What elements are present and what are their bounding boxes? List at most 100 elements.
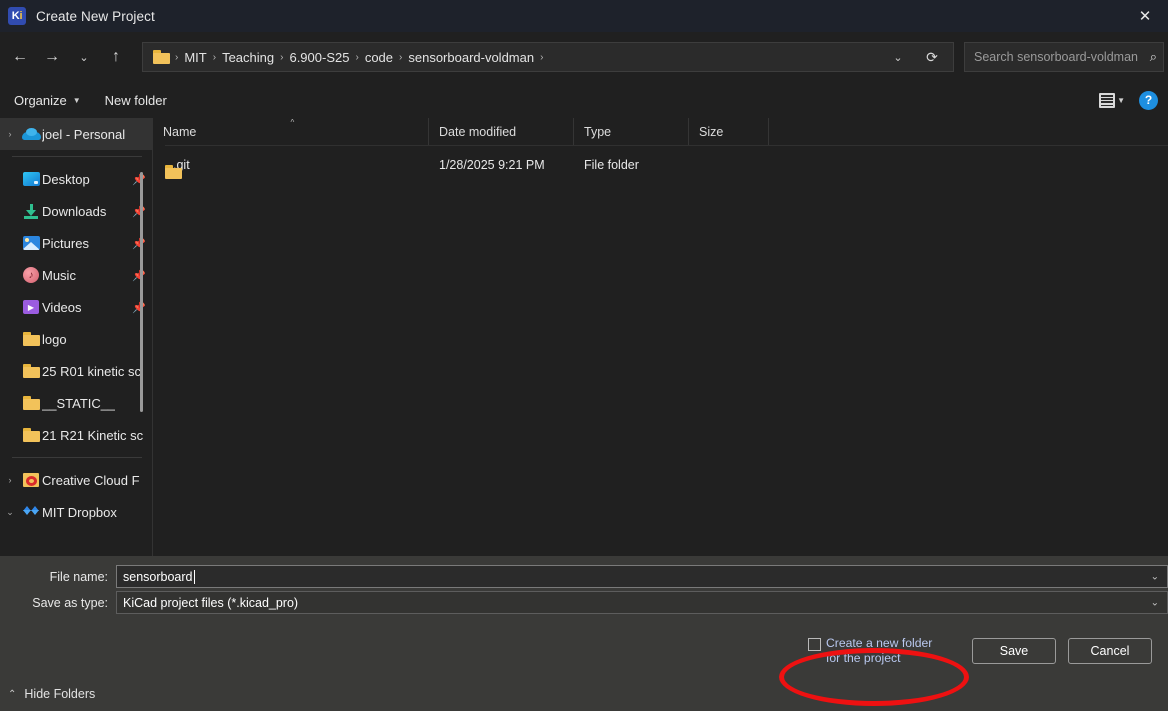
create-new-folder-label[interactable]: Create a new folder for the project bbox=[826, 636, 948, 666]
sidebar-item-label: Videos bbox=[42, 300, 82, 315]
kicad-logo-icon: Ki bbox=[8, 7, 26, 25]
column-header-name[interactable]: ^ Name bbox=[153, 118, 429, 146]
sidebar-item-label: 21 R21 Kinetic sc bbox=[42, 428, 143, 443]
chevron-down-icon[interactable]: ⌄ bbox=[1151, 571, 1159, 582]
command-toolbar: Organize ▼ New folder ▼ ? bbox=[0, 82, 1168, 118]
chevron-down-icon: ▼ bbox=[73, 96, 81, 105]
breadcrumb-item-2[interactable]: 6.900-S25 bbox=[284, 47, 354, 68]
column-header-size[interactable]: Size bbox=[689, 118, 769, 146]
view-mode-icon[interactable] bbox=[1099, 93, 1115, 108]
file-name-cell: .git bbox=[153, 158, 429, 172]
sidebar-item-videos[interactable]: ▶ Videos 📌 bbox=[0, 291, 152, 323]
sidebar-item-creative-cloud-files[interactable]: › Creative Cloud F bbox=[0, 464, 152, 496]
sidebar-divider bbox=[12, 457, 142, 458]
pictures-icon bbox=[20, 236, 42, 250]
chevron-down-icon[interactable]: ▼ bbox=[1117, 96, 1125, 105]
breadcrumb-item-4[interactable]: sensorboard-voldman bbox=[403, 47, 539, 68]
chevron-down-icon[interactable]: ⌄ bbox=[0, 507, 20, 518]
sort-ascending-icon: ^ bbox=[291, 118, 295, 127]
search-placeholder: Search sensorboard-voldman bbox=[974, 50, 1150, 64]
save-as-type-select[interactable]: KiCad project files (*.kicad_pro) ⌄ bbox=[116, 591, 1168, 614]
sidebar-item-label: __STATIC__ bbox=[42, 396, 115, 411]
refresh-icon[interactable]: ⟳ bbox=[915, 42, 949, 72]
breadcrumb-item-0[interactable]: MIT bbox=[179, 47, 211, 68]
sidebar-scrollbar[interactable] bbox=[140, 172, 143, 412]
save-form-panel: File name: sensorboard ⌄ Save as type: K… bbox=[0, 556, 1168, 711]
forward-icon[interactable]: → bbox=[36, 41, 68, 73]
hide-folders-button[interactable]: ⌃ Hide Folders bbox=[8, 687, 95, 701]
new-folder-label: New folder bbox=[105, 93, 167, 108]
file-list-pane: ^ Name Date modified Type Size .git 1/28… bbox=[153, 118, 1168, 556]
sidebar-item-logo[interactable]: logo bbox=[0, 323, 152, 355]
sidebar-item-label: joel - Personal bbox=[42, 127, 125, 142]
window-title: Create New Project bbox=[36, 9, 155, 24]
dialog-actions: Create a new folder for the project Save… bbox=[0, 629, 1168, 673]
file-name-input[interactable]: sensorboard ⌄ bbox=[116, 565, 1168, 588]
navigation-sidebar: › joel - Personal Desktop 📌 Downloads 📌 … bbox=[0, 118, 152, 556]
onedrive-cloud-icon bbox=[20, 128, 42, 140]
sidebar-item-label: logo bbox=[42, 332, 67, 347]
back-icon[interactable]: ← bbox=[4, 41, 36, 73]
column-label: Size bbox=[699, 125, 723, 139]
search-icon: ⌕ bbox=[1150, 49, 1157, 65]
file-name-label: File name: bbox=[0, 570, 116, 584]
sidebar-divider bbox=[12, 156, 142, 157]
up-icon[interactable]: ↑ bbox=[100, 41, 132, 73]
sidebar-item-21-r21-kinetic[interactable]: 21 R21 Kinetic sc bbox=[0, 419, 152, 451]
chevron-right-icon[interactable]: › bbox=[0, 475, 20, 485]
sidebar-item-desktop[interactable]: Desktop 📌 bbox=[0, 163, 152, 195]
create-new-folder-checkbox[interactable] bbox=[808, 638, 821, 651]
recent-locations-icon[interactable]: ⌄ bbox=[68, 41, 100, 73]
chevron-down-icon[interactable]: ⌄ bbox=[1151, 597, 1159, 608]
sidebar-item-label: Downloads bbox=[42, 204, 106, 219]
file-name-value: sensorboard bbox=[123, 570, 193, 584]
cancel-button[interactable]: Cancel bbox=[1068, 638, 1152, 664]
sidebar-item-25-r01-kinetic[interactable]: 25 R01 kinetic sc bbox=[0, 355, 152, 387]
column-header-row: ^ Name Date modified Type Size bbox=[153, 118, 1168, 146]
sidebar-item-static[interactable]: __STATIC__ bbox=[0, 387, 152, 419]
chevron-right-icon[interactable]: › bbox=[0, 129, 20, 139]
title-bar: Ki Create New Project ✕ bbox=[0, 0, 1168, 32]
breadcrumb[interactable]: › MIT › Teaching › 6.900-S25 › code › se… bbox=[142, 42, 954, 72]
organize-label: Organize bbox=[14, 93, 67, 108]
save-as-type-value: KiCad project files (*.kicad_pro) bbox=[123, 596, 298, 610]
table-row[interactable]: .git 1/28/2025 9:21 PM File folder bbox=[153, 150, 1168, 180]
column-header-type[interactable]: Type bbox=[574, 118, 689, 146]
breadcrumb-item-3[interactable]: code bbox=[360, 47, 398, 68]
close-icon[interactable]: ✕ bbox=[1122, 0, 1168, 32]
help-icon[interactable]: ? bbox=[1139, 91, 1158, 110]
music-icon: ♪ bbox=[20, 267, 42, 283]
sidebar-item-label: Desktop bbox=[42, 172, 90, 187]
save-button[interactable]: Save bbox=[972, 638, 1056, 664]
column-label: Date modified bbox=[439, 125, 516, 139]
adobe-creative-cloud-icon bbox=[20, 473, 42, 487]
sidebar-item-label: Pictures bbox=[42, 236, 89, 251]
breadcrumb-item-1[interactable]: Teaching bbox=[217, 47, 279, 68]
file-name-row: File name: sensorboard ⌄ bbox=[0, 564, 1168, 589]
folder-icon bbox=[20, 396, 42, 410]
search-input[interactable]: Search sensorboard-voldman ⌕ bbox=[964, 42, 1164, 72]
organize-button[interactable]: Organize ▼ bbox=[4, 89, 91, 112]
create-new-project-dialog: Ki Create New Project ✕ ← → ⌄ ↑ › MIT › … bbox=[0, 0, 1168, 711]
folder-icon bbox=[153, 50, 170, 64]
save-as-type-label: Save as type: bbox=[0, 596, 116, 610]
save-as-type-row: Save as type: KiCad project files (*.kic… bbox=[0, 590, 1168, 615]
column-header-date-modified[interactable]: Date modified bbox=[429, 118, 574, 146]
folder-icon bbox=[20, 364, 42, 378]
sidebar-item-label: Music bbox=[42, 268, 76, 283]
sidebar-item-label: Creative Cloud F bbox=[42, 473, 140, 488]
sidebar-item-pictures[interactable]: Pictures 📌 bbox=[0, 227, 152, 259]
create-new-folder-option[interactable]: Create a new folder for the project bbox=[808, 636, 948, 666]
new-folder-button[interactable]: New folder bbox=[95, 89, 177, 112]
sidebar-item-label: 25 R01 kinetic sc bbox=[42, 364, 141, 379]
sidebar-item-mit-dropbox[interactable]: ⌄ MIT Dropbox bbox=[0, 496, 152, 528]
sidebar-item-joel-personal[interactable]: › joel - Personal bbox=[0, 118, 152, 150]
sidebar-item-downloads[interactable]: Downloads 📌 bbox=[0, 195, 152, 227]
text-cursor bbox=[194, 570, 195, 584]
breadcrumb-dropdown-icon[interactable]: ⌄ bbox=[881, 42, 915, 72]
breadcrumb-separator: › bbox=[539, 52, 544, 63]
sidebar-item-music[interactable]: ♪ Music 📌 bbox=[0, 259, 152, 291]
desktop-icon bbox=[20, 172, 42, 186]
toolbar-right-group: ▼ ? bbox=[1099, 91, 1168, 110]
chevron-up-icon: ⌃ bbox=[8, 689, 16, 700]
